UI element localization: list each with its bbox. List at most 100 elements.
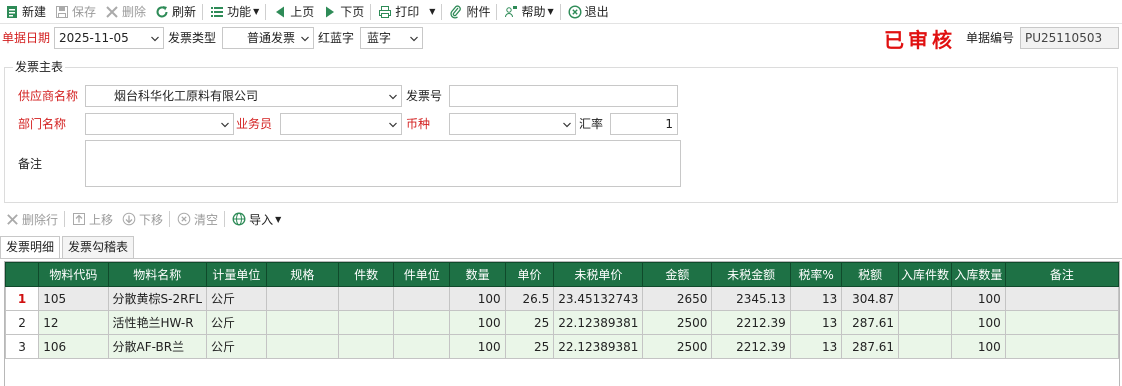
amount-cell[interactable]: 2500	[642, 334, 713, 359]
material-code-cell[interactable]: 105	[38, 286, 109, 311]
unit-price-cell[interactable]: 25	[504, 334, 555, 359]
material-name-cell[interactable]: 分散黄棕S-2RFL	[107, 286, 208, 311]
column-header[interactable]: 物料名称	[107, 262, 208, 287]
invoice-type-select[interactable]: 普通发票	[222, 27, 314, 49]
material-code-cell[interactable]: 106	[38, 334, 109, 359]
column-header[interactable]: 单价	[504, 262, 555, 287]
tax-amount-cell[interactable]: 287.61	[841, 334, 900, 359]
column-header[interactable]: 入库件数	[898, 262, 952, 287]
delete-row-button[interactable]: 删除行	[0, 208, 62, 230]
column-header[interactable]	[5, 262, 40, 287]
received-qty-cell[interactable]: 100	[950, 310, 1006, 335]
tax-amount-cell[interactable]: 287.61	[841, 310, 900, 335]
received-qty-cell[interactable]: 100	[950, 286, 1006, 311]
tax-rate-cell[interactable]: 13	[789, 286, 843, 311]
row-remark-cell[interactable]	[1004, 334, 1119, 359]
attachment-button[interactable]: 附件	[444, 1, 494, 23]
column-header[interactable]: 数量	[449, 262, 506, 287]
column-header[interactable]: 物料代码	[38, 262, 109, 287]
tax-rate-cell[interactable]: 13	[789, 310, 843, 335]
help-menu-button[interactable]: 帮助 ▼	[499, 1, 557, 23]
table-row[interactable]: 1 105 分散黄棕S-2RFL 公斤 100 26.5 23.45132743…	[5, 286, 1119, 311]
spec-cell[interactable]	[265, 286, 340, 311]
unit-price-cell[interactable]: 25	[504, 310, 555, 335]
next-page-button[interactable]: 下页	[318, 1, 368, 23]
pieces-cell[interactable]	[338, 334, 395, 359]
piece-unit-cell[interactable]	[393, 310, 451, 335]
piece-unit-cell[interactable]	[393, 334, 451, 359]
column-header[interactable]: 备注	[1004, 262, 1119, 287]
salesman-select[interactable]	[280, 113, 402, 135]
unit-cell[interactable]: 公斤	[206, 310, 267, 335]
pieces-cell[interactable]	[338, 310, 395, 335]
pretax-price-cell[interactable]: 22.12389381	[553, 334, 644, 359]
delete-button[interactable]: 删除	[100, 1, 150, 23]
material-name-cell[interactable]: 活性艳兰HW-R	[107, 310, 208, 335]
remark-textarea[interactable]	[85, 140, 681, 187]
unit-cell[interactable]: 公斤	[206, 286, 267, 311]
unit-cell[interactable]: 公斤	[206, 334, 267, 359]
row-number[interactable]: 1	[5, 286, 40, 311]
import-menu-button[interactable]: 导入 ▼	[227, 208, 285, 230]
red-blue-select[interactable]: 蓝字	[360, 27, 423, 49]
amount-cell[interactable]: 2500	[642, 310, 713, 335]
row-number[interactable]: 3	[5, 334, 40, 359]
pieces-cell[interactable]	[338, 286, 395, 311]
invoice-no-field[interactable]	[449, 85, 678, 107]
amount-cell[interactable]: 2650	[642, 286, 713, 311]
material-code-cell[interactable]: 12	[38, 310, 109, 335]
quantity-cell[interactable]: 100	[449, 310, 506, 335]
received-pieces-cell[interactable]	[898, 286, 952, 311]
row-number[interactable]: 2	[5, 310, 40, 335]
quantity-cell[interactable]: 100	[449, 334, 506, 359]
refresh-button[interactable]: 刷新	[150, 1, 200, 23]
column-header[interactable]: 税额	[841, 262, 900, 287]
row-remark-cell[interactable]	[1004, 310, 1119, 335]
date-picker[interactable]: 2025-11-05	[54, 27, 164, 49]
received-pieces-cell[interactable]	[898, 334, 952, 359]
pretax-amount-cell[interactable]: 2212.39	[711, 334, 791, 359]
move-up-button[interactable]: 上移	[67, 208, 117, 230]
material-name-cell[interactable]: 分散AF-BR兰	[107, 334, 208, 359]
prev-page-button[interactable]: 上页	[268, 1, 318, 23]
column-header[interactable]: 税率%	[789, 262, 843, 287]
unit-price-cell[interactable]: 26.5	[504, 286, 555, 311]
tab-invoice-detail[interactable]: 发票明细	[0, 236, 61, 258]
received-qty-cell[interactable]: 100	[950, 334, 1006, 359]
save-button[interactable]: 保存	[50, 1, 100, 23]
received-pieces-cell[interactable]	[898, 310, 952, 335]
print-button[interactable]: 打印	[373, 1, 423, 23]
rate-field[interactable]: 1	[610, 113, 678, 135]
dept-select[interactable]	[85, 113, 234, 135]
spec-cell[interactable]	[265, 334, 340, 359]
move-down-button[interactable]: 下移	[117, 208, 167, 230]
tax-amount-cell[interactable]: 304.87	[841, 286, 900, 311]
piece-unit-cell[interactable]	[393, 286, 451, 311]
tab-invoice-reconciliation[interactable]: 发票勾稽表	[62, 236, 135, 258]
function-menu-button[interactable]: 功能 ▼	[205, 1, 263, 23]
table-row[interactable]: 2 12 活性艳兰HW-R 公斤 100 25 22.12389381 2500…	[5, 310, 1119, 335]
quantity-cell[interactable]: 100	[449, 286, 506, 311]
doc-no-field[interactable]: PU25110503	[1020, 27, 1119, 49]
row-remark-cell[interactable]	[1004, 286, 1119, 311]
pretax-price-cell[interactable]: 23.45132743	[553, 286, 644, 311]
column-header[interactable]: 计量单位	[206, 262, 267, 287]
pretax-price-cell[interactable]: 22.12389381	[553, 310, 644, 335]
column-header[interactable]: 件单位	[393, 262, 451, 287]
new-button[interactable]: 新建	[0, 1, 50, 23]
column-header[interactable]: 规格	[265, 262, 340, 287]
column-header[interactable]: 未税单价	[553, 262, 644, 287]
pretax-amount-cell[interactable]: 2212.39	[711, 310, 791, 335]
currency-select[interactable]	[449, 113, 576, 135]
supplier-select[interactable]: 烟台科华化工原料有限公司	[85, 85, 402, 107]
exit-button[interactable]: 退出	[563, 1, 613, 23]
column-header[interactable]: 入库数量	[950, 262, 1006, 287]
table-row[interactable]: 3 106 分散AF-BR兰 公斤 100 25 22.12389381 250…	[5, 334, 1119, 359]
clear-button[interactable]: 清空	[172, 208, 222, 230]
print-dropdown[interactable]: ▼	[423, 1, 439, 23]
column-header[interactable]: 金额	[642, 262, 713, 287]
tax-rate-cell[interactable]: 13	[789, 334, 843, 359]
spec-cell[interactable]	[265, 310, 340, 335]
pretax-amount-cell[interactable]: 2345.13	[711, 286, 791, 311]
column-header[interactable]: 未税金额	[711, 262, 791, 287]
